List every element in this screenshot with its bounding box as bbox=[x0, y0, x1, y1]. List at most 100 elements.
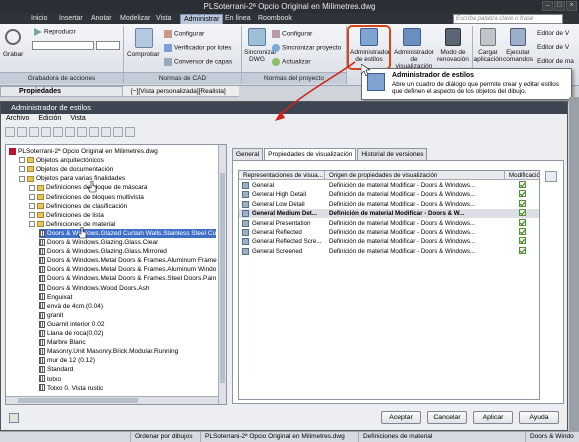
grid-row[interactable]: General Screened Definición de material M… bbox=[239, 246, 539, 256]
col-override[interactable]: Modificación de bbox=[505, 171, 539, 180]
expand-toggle-icon[interactable] bbox=[19, 175, 25, 182]
sort-icon[interactable] bbox=[89, 127, 99, 137]
renovation-icon[interactable] bbox=[445, 28, 461, 46]
reproducir-button[interactable]: Reproducir bbox=[34, 28, 76, 36]
tree-node[interactable]: Marbre Blanc bbox=[39, 338, 86, 347]
record-icon[interactable] bbox=[5, 29, 21, 45]
ok-button[interactable]: Aceptar bbox=[381, 411, 421, 424]
edit-icon[interactable] bbox=[53, 127, 63, 137]
grid-row[interactable]: General Definición de material Modificar … bbox=[239, 181, 539, 190]
check-standards-icon[interactable] bbox=[135, 28, 153, 48]
tree-node[interactable]: granit bbox=[39, 311, 63, 320]
tree-node[interactable]: totxo bbox=[39, 375, 61, 384]
tab-display-properties[interactable]: Propiedades de visualización bbox=[264, 148, 357, 160]
expand-toggle-icon[interactable] bbox=[29, 193, 35, 200]
tree-node[interactable]: Totxo 0. Vista rustic bbox=[39, 384, 103, 393]
sync-project-button[interactable]: Sincronizar proyecto bbox=[272, 44, 341, 52]
minimize-button[interactable]: – bbox=[542, 1, 553, 11]
tree-node[interactable]: Doors & Windows.Wood Doors.Ash bbox=[39, 284, 149, 293]
expand-toggle-icon[interactable] bbox=[29, 221, 35, 228]
col-origin[interactable]: Origen de propiedades de visualización bbox=[325, 171, 505, 180]
copy-icon[interactable] bbox=[29, 127, 39, 137]
comprobar-button[interactable]: Comprobar bbox=[127, 51, 160, 58]
properties-palette-header[interactable]: Propiedades bbox=[0, 86, 123, 97]
override-checkbox[interactable] bbox=[519, 199, 526, 207]
override-checkbox[interactable] bbox=[519, 181, 526, 188]
run-script-icon[interactable] bbox=[510, 28, 526, 46]
load-application-button[interactable]: Cargar aplicación bbox=[473, 49, 503, 63]
tree-vertical-scrollbar[interactable] bbox=[218, 145, 226, 404]
run-commands-button[interactable]: Ejecutar comandos bbox=[503, 49, 533, 63]
sincronizar-dwg-button[interactable]: Sincronizar DWG bbox=[244, 49, 277, 63]
scroll-thumb[interactable] bbox=[220, 173, 225, 383]
tab-general[interactable]: General bbox=[232, 148, 264, 160]
purge-icon[interactable] bbox=[65, 127, 75, 137]
tab-anotar[interactable]: Anotar bbox=[88, 14, 115, 24]
toggle-view-icon[interactable] bbox=[77, 127, 87, 137]
grid-row[interactable]: General Low Detail Definición de material… bbox=[239, 199, 539, 209]
cancel-button[interactable]: Cancelar bbox=[427, 411, 467, 424]
tree-node[interactable]: Doors & Windows.Metal Doors & Frames.Ste… bbox=[39, 274, 216, 283]
renovation-mode-button[interactable]: Modo de renovación bbox=[437, 49, 469, 63]
expand-toggle-icon[interactable] bbox=[19, 166, 25, 173]
configurar-button[interactable]: Configurar bbox=[164, 30, 204, 38]
search-input[interactable]: Escriba palabra clave o frase bbox=[453, 14, 563, 24]
tree-node[interactable]: Objetos para varias finalidades bbox=[19, 174, 125, 183]
tree-node[interactable]: Doors & Windows.Metal Doors & Frames.Alu… bbox=[39, 265, 216, 274]
tab-roombook[interactable]: Roombook bbox=[255, 14, 295, 24]
action-macro-list[interactable] bbox=[96, 41, 120, 50]
col-representation[interactable]: Representaciones de visua... bbox=[239, 171, 325, 180]
batch-checker-button[interactable]: Verificador por lotes bbox=[164, 44, 231, 52]
edit-display-properties-icon[interactable] bbox=[545, 171, 557, 182]
editor-v2-button[interactable]: Editor de V bbox=[537, 44, 569, 51]
layer-translator-button[interactable]: Conversor de capas bbox=[164, 58, 232, 66]
tree-horizontal-scrollbar[interactable] bbox=[6, 396, 218, 404]
display-properties-grid[interactable]: Representaciones de visua... Origen de p… bbox=[238, 170, 540, 400]
panel-normas-proyecto[interactable]: Normas del proyecto bbox=[242, 72, 346, 84]
display-manager-icon[interactable] bbox=[403, 28, 421, 46]
tree-node[interactable]: PLSoterrani-2ª Opcio Original en Milimet… bbox=[9, 147, 158, 156]
maximize-button[interactable]: □ bbox=[554, 1, 565, 11]
display-manager-button[interactable]: Administrador de visualización bbox=[392, 49, 436, 70]
tree-node[interactable]: Definiciones de material bbox=[29, 220, 115, 229]
action-macro-select[interactable] bbox=[32, 41, 94, 50]
expand-toggle-icon[interactable] bbox=[29, 211, 35, 218]
grid-row[interactable]: General Reflected Definición de material … bbox=[239, 228, 539, 237]
grabar-button[interactable]: Grabar bbox=[3, 51, 23, 58]
tree-node[interactable]: Standard bbox=[39, 365, 73, 374]
override-checkbox[interactable] bbox=[519, 237, 526, 245]
tree-node[interactable]: Masonry.Unit Masonry.Brick.Modular.Runni… bbox=[39, 347, 178, 356]
grid-row[interactable]: General High Detail Definición de materia… bbox=[239, 190, 539, 199]
override-checkbox[interactable] bbox=[519, 218, 526, 226]
configurar-proyecto-button[interactable]: Configurar bbox=[272, 30, 312, 38]
viewport-controls[interactable]: [−][Vista personalizada][Realista] bbox=[123, 86, 239, 97]
new-icon[interactable] bbox=[17, 127, 27, 137]
tree-node[interactable]: Definiciones de bloques multivista bbox=[29, 193, 144, 202]
style-tree[interactable]: PLSoterrani-2ª Opcio Original en Milimet… bbox=[5, 144, 227, 405]
filter-icon[interactable] bbox=[101, 127, 111, 137]
expand-toggle-icon[interactable] bbox=[29, 184, 35, 191]
paste-icon[interactable] bbox=[41, 127, 51, 137]
tab-version-history[interactable]: Historial de versiones bbox=[357, 148, 428, 160]
tab-en-linea[interactable]: En línea bbox=[222, 14, 254, 24]
override-checkbox[interactable] bbox=[519, 228, 526, 235]
menu-vista[interactable]: Vista bbox=[70, 115, 85, 122]
open-icon[interactable] bbox=[5, 127, 15, 137]
help-button[interactable]: Ayuda bbox=[519, 411, 559, 424]
override-checkbox[interactable] bbox=[519, 209, 526, 217]
menu-archivo[interactable]: Archivo bbox=[6, 115, 29, 122]
panel-normas-cad[interactable]: Normas de CAD bbox=[124, 72, 241, 84]
tree-node[interactable]: Doors & Windows.Glazed Curtain Walls.Sta… bbox=[39, 228, 217, 238]
tree-node[interactable]: Objetos de documentación bbox=[19, 165, 113, 174]
tree-node[interactable]: Doors & Windows.Glazing.Glass.Clear bbox=[39, 238, 158, 247]
tab-vista[interactable]: Vista bbox=[153, 14, 174, 24]
help-icon[interactable] bbox=[125, 127, 135, 137]
load-app-icon[interactable] bbox=[480, 28, 496, 46]
tree-node[interactable]: Objetos arquitectónicos bbox=[19, 156, 104, 165]
quick-help-icon[interactable] bbox=[9, 413, 19, 423]
scroll-thumb[interactable] bbox=[18, 398, 138, 403]
tree-node[interactable]: mur de 12 (0.12) bbox=[39, 356, 95, 365]
apply-button[interactable]: Aplicar bbox=[473, 411, 513, 424]
tree-node[interactable]: Guarnit interior 0.02 bbox=[39, 320, 104, 329]
editor-ma-button[interactable]: Editor de ma bbox=[537, 58, 574, 65]
